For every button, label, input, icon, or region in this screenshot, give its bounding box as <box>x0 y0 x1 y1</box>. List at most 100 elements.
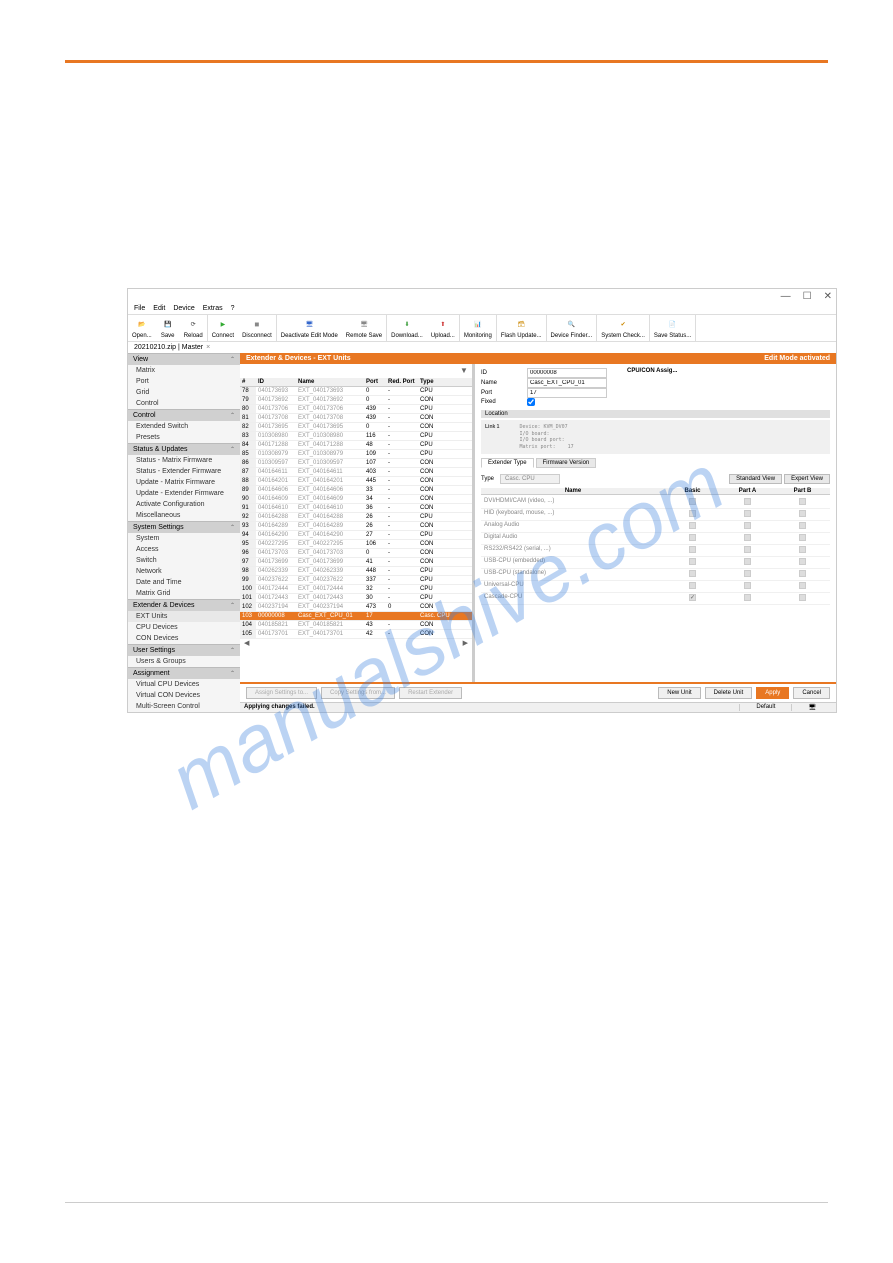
sidebar-item-presets[interactable]: Presets <box>128 432 240 443</box>
table-row[interactable]: 79040173692EXT_0401736920-CON <box>240 396 472 405</box>
reload-button[interactable]: ⟳Reload <box>180 315 207 341</box>
sidebar-item-update-matrix-firmware[interactable]: Update - Matrix Firmware <box>128 477 240 488</box>
feature-basic-checkbox[interactable] <box>689 594 696 601</box>
feature-parta-checkbox[interactable] <box>744 594 751 601</box>
table-row[interactable]: 85010308979EXT_010308979109-CPU <box>240 450 472 459</box>
assign-settings-button[interactable]: Assign Settings to... <box>246 687 317 699</box>
sidebar-item-cpu-devices[interactable]: CPU Devices <box>128 622 240 633</box>
remote-save-button[interactable]: 🖥Remote Save <box>342 315 386 341</box>
check-button[interactable]: ✔System Check... <box>597 315 649 341</box>
type-dropdown[interactable]: Casc. CPU <box>500 474 560 484</box>
fixed-checkbox[interactable] <box>527 398 535 406</box>
document-tab[interactable]: 20210210.zip | Master × <box>134 344 210 351</box>
sidebar-item-users-groups[interactable]: Users & Groups <box>128 656 240 667</box>
feature-parta-checkbox[interactable] <box>744 510 751 517</box>
table-row[interactable]: 101040172443EXT_04017244330-CPU <box>240 594 472 603</box>
feature-partb-checkbox[interactable] <box>799 534 806 541</box>
sidebar-item-con-devices[interactable]: CON Devices <box>128 633 240 644</box>
sidebar-item-matrix-grid[interactable]: Matrix Grid <box>128 588 240 599</box>
menu-help[interactable]: ? <box>231 305 235 312</box>
sidebar-item-grid[interactable]: Grid <box>128 387 240 398</box>
delete-unit-button[interactable]: Delete Unit <box>705 687 753 699</box>
sidebar-item-date-and-time[interactable]: Date and Time <box>128 577 240 588</box>
col-name-header[interactable]: Name <box>296 378 364 386</box>
sidebar-section-user-settings[interactable]: User Settings⌃ <box>128 644 240 656</box>
feature-parta-checkbox[interactable] <box>744 546 751 553</box>
sidebar-section-view[interactable]: View⌃ <box>128 353 240 365</box>
status-button[interactable]: 📄Save Status... <box>650 315 695 341</box>
feature-basic-checkbox[interactable] <box>689 546 696 553</box>
menu-file[interactable]: File <box>134 305 145 312</box>
feature-basic-checkbox[interactable] <box>689 510 696 517</box>
feature-parta-checkbox[interactable] <box>744 534 751 541</box>
feature-parta-checkbox[interactable] <box>744 558 751 565</box>
standard-view-button[interactable]: Standard View <box>729 474 782 484</box>
table-row[interactable]: 89040164606EXT_04016460633-CON <box>240 486 472 495</box>
scroll-right-icon[interactable]: ▶ <box>463 639 468 647</box>
tab-extender-type[interactable]: Extender Type <box>481 458 534 468</box>
sidebar-item-ext-units[interactable]: EXT Units <box>128 611 240 622</box>
cpu-assign-label[interactable]: CPU/CON Assig... <box>627 368 677 374</box>
table-row[interactable]: 91040164610EXT_04016461036-CON <box>240 504 472 513</box>
sidebar-section-system-settings[interactable]: System Settings⌃ <box>128 521 240 533</box>
sidebar-item-activate-configuration[interactable]: Activate Configuration <box>128 499 240 510</box>
feature-parta-checkbox[interactable] <box>744 582 751 589</box>
scroll-left-icon[interactable]: ◀ <box>244 639 249 647</box>
table-row[interactable]: 105040173701EXT_04017370142-CON <box>240 630 472 639</box>
sidebar-item-access[interactable]: Access <box>128 544 240 555</box>
name-field[interactable] <box>527 378 607 388</box>
port-field[interactable] <box>527 388 607 398</box>
feature-basic-checkbox[interactable] <box>689 522 696 529</box>
sidebar-item-status-matrix-firmware[interactable]: Status - Matrix Firmware <box>128 455 240 466</box>
table-row[interactable]: 96040173703EXT_0401737030-CON <box>240 549 472 558</box>
sidebar-section-extender-devices[interactable]: Extender & Devices⌃ <box>128 599 240 611</box>
download-button[interactable]: ⬇Download... <box>387 315 427 341</box>
disconnect-button[interactable]: ◼Disconnect <box>238 315 276 341</box>
connect-button[interactable]: ▶Connect <box>208 315 238 341</box>
col-num-header[interactable]: # <box>240 378 256 386</box>
feature-partb-checkbox[interactable] <box>799 546 806 553</box>
sidebar-item-multi-screen-control[interactable]: Multi-Screen Control <box>128 701 240 712</box>
table-row[interactable]: 95040227295EXT_040227295106-CON <box>240 540 472 549</box>
feature-parta-checkbox[interactable] <box>744 570 751 577</box>
upload-button[interactable]: ⬆Upload... <box>427 315 459 341</box>
finder-button[interactable]: 🔍Device Finder... <box>547 315 597 341</box>
open-button[interactable]: 📂Open... <box>128 315 156 341</box>
sidebar-item-virtual-con-devices[interactable]: Virtual CON Devices <box>128 690 240 701</box>
col-port-header[interactable]: Port <box>364 378 386 386</box>
feature-basic-checkbox[interactable] <box>689 570 696 577</box>
feature-parta-checkbox[interactable] <box>744 522 751 529</box>
sidebar-item-update-extender-firmware[interactable]: Update - Extender Firmware <box>128 488 240 499</box>
table-row[interactable]: 99040237622EXT_040237622337-CPU <box>240 576 472 585</box>
menu-edit[interactable]: Edit <box>153 305 165 312</box>
tab-firmware-version[interactable]: Firmware Version <box>536 458 597 468</box>
id-field[interactable] <box>527 368 607 378</box>
feature-basic-checkbox[interactable] <box>689 534 696 541</box>
cancel-button[interactable]: Cancel <box>793 687 830 699</box>
table-row[interactable]: 84040171288EXT_04017128848-CPU <box>240 441 472 450</box>
edit-button[interactable]: 🖥Deactivate Edit Mode <box>277 315 342 341</box>
new-unit-button[interactable]: New Unit <box>658 687 700 699</box>
table-row[interactable]: 78040173693EXT_0401736930-CPU <box>240 387 472 396</box>
feature-partb-checkbox[interactable] <box>799 570 806 577</box>
table-row[interactable]: 86010309597EXT_010309597107-CON <box>240 459 472 468</box>
sidebar-item-system[interactable]: System <box>128 533 240 544</box>
feature-partb-checkbox[interactable] <box>799 498 806 505</box>
restart-extender-button[interactable]: Restart Extender <box>399 687 462 699</box>
sidebar-item-virtual-cpu-devices[interactable]: Virtual CPU Devices <box>128 679 240 690</box>
col-red-header[interactable]: Red. Port <box>386 378 418 386</box>
table-row[interactable]: 92040164288EXT_04016428826-CPU <box>240 513 472 522</box>
sidebar-section-control[interactable]: Control⌃ <box>128 409 240 421</box>
table-row[interactable]: 80040173706EXT_040173706439-CPU <box>240 405 472 414</box>
table-row[interactable]: 102040237194EXT_0402371944730CON <box>240 603 472 612</box>
menu-device[interactable]: Device <box>173 305 194 312</box>
feature-basic-checkbox[interactable] <box>689 498 696 505</box>
feature-partb-checkbox[interactable] <box>799 558 806 565</box>
close-icon[interactable]: ✕ <box>824 291 832 302</box>
sidebar-item-miscellaneous[interactable]: Miscellaneous <box>128 510 240 521</box>
feature-basic-checkbox[interactable] <box>689 582 696 589</box>
table-row[interactable]: 104040185821EXT_04018582143-CON <box>240 621 472 630</box>
sidebar-section-status-updates[interactable]: Status & Updates⌃ <box>128 443 240 455</box>
maximize-icon[interactable]: ☐ <box>803 291 812 302</box>
table-row[interactable]: 93040164289EXT_04016428926-CON <box>240 522 472 531</box>
